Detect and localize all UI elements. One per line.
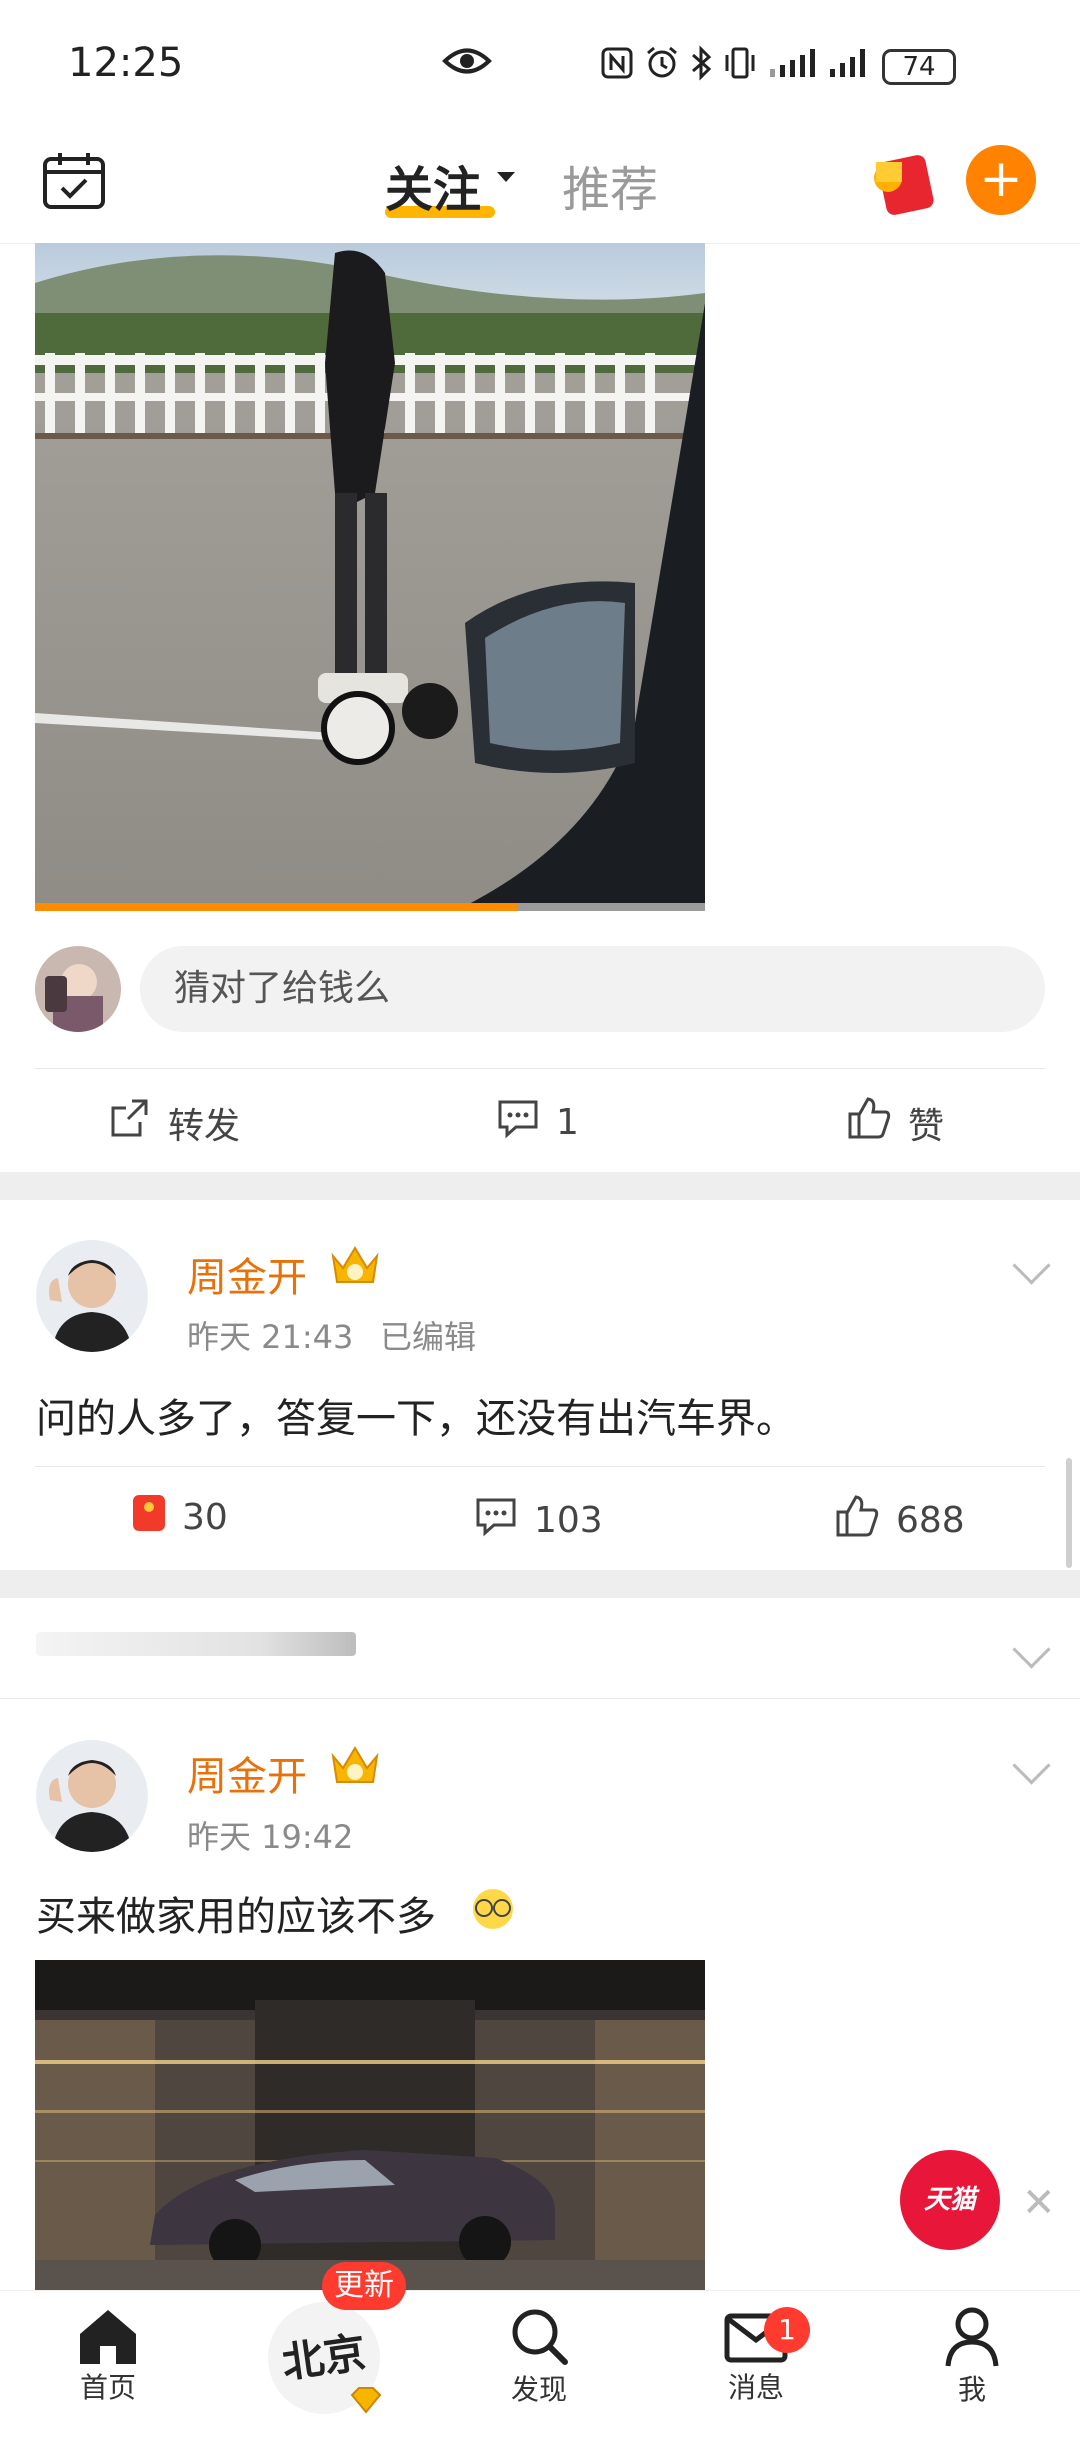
chevron-down-icon[interactable] bbox=[1012, 1630, 1051, 1669]
comment-icon bbox=[474, 1494, 518, 1547]
post-photo-segway[interactable] bbox=[35, 243, 705, 911]
nfc-icon bbox=[600, 46, 634, 89]
post-text: 买来做家用的应该不多 bbox=[36, 1894, 436, 1940]
nav-me-label: 我 bbox=[957, 2373, 986, 2406]
like-count: 688 bbox=[896, 1500, 965, 1541]
thumbs-up-icon bbox=[834, 1494, 880, 1547]
post-time: 昨天 21:43 bbox=[187, 1318, 354, 1356]
chevron-down-icon[interactable] bbox=[1012, 1246, 1051, 1285]
author-name[interactable]: 周金开 bbox=[187, 1245, 307, 1303]
author-name[interactable]: 周金开 bbox=[187, 1744, 307, 1802]
tab-follow[interactable]: 关注 bbox=[385, 150, 481, 220]
signal-icon-1 bbox=[768, 47, 818, 88]
close-icon[interactable]: ✕ bbox=[1022, 2180, 1056, 2226]
share-icon bbox=[108, 1096, 152, 1149]
chevron-down-icon[interactable] bbox=[1012, 1746, 1051, 1785]
red-packet-small-icon bbox=[132, 1494, 166, 1541]
user-icon bbox=[912, 2304, 1032, 2368]
my-avatar[interactable] bbox=[35, 946, 121, 1032]
sunglasses-emoji-icon bbox=[470, 1886, 516, 1936]
tmall-618-float[interactable]: 天猫618 bbox=[900, 2150, 1000, 2315]
crown-badge-icon bbox=[327, 1242, 383, 1294]
bluetooth-icon bbox=[690, 44, 712, 90]
divider bbox=[0, 1698, 1080, 1699]
add-button[interactable]: + bbox=[966, 145, 1036, 215]
red-packet-icon[interactable] bbox=[866, 148, 940, 220]
nav-discover[interactable]: 发现 bbox=[479, 2298, 599, 2437]
diamond-icon bbox=[350, 2386, 382, 2418]
repost-label: 转发 bbox=[168, 1105, 241, 1147]
like-label: 赞 bbox=[908, 1105, 945, 1147]
post-photo-showroom[interactable] bbox=[35, 1960, 705, 2290]
nav-discover-label: 发现 bbox=[510, 2373, 567, 2406]
comment-button[interactable]: 103 bbox=[474, 1494, 603, 1547]
author-avatar[interactable] bbox=[36, 1740, 148, 1852]
status-time: 12:25 bbox=[68, 40, 184, 86]
status-icons: 74 bbox=[600, 44, 956, 90]
crown-badge-icon bbox=[327, 1742, 383, 1794]
edited-label: 已编辑 bbox=[380, 1318, 477, 1356]
comment-count: 1 bbox=[556, 1102, 579, 1143]
thumbs-up-icon bbox=[846, 1096, 892, 1149]
reward-button[interactable]: 30 bbox=[132, 1494, 228, 1541]
tab-recommend[interactable]: 推荐 bbox=[562, 150, 658, 220]
scrollbar[interactable] bbox=[1066, 1458, 1072, 1568]
alarm-icon bbox=[644, 45, 680, 90]
blurred-suggestion-bar bbox=[36, 1632, 356, 1656]
comment-input[interactable]: 猜对了给钱么 bbox=[140, 946, 1045, 1032]
comment-button[interactable]: 1 bbox=[496, 1096, 579, 1149]
divider bbox=[35, 1466, 1045, 1467]
calendar-checkin-icon[interactable] bbox=[42, 150, 106, 214]
post-separator bbox=[0, 1570, 1080, 1598]
caret-down-icon[interactable] bbox=[497, 172, 515, 182]
nav-home[interactable]: 首页 bbox=[48, 2298, 168, 2437]
nav-home-label: 首页 bbox=[79, 2371, 136, 2404]
like-button[interactable]: 688 bbox=[834, 1494, 965, 1547]
like-button[interactable]: 赞 bbox=[846, 1096, 944, 1149]
home-icon bbox=[48, 2306, 168, 2366]
comment-icon bbox=[496, 1096, 540, 1149]
post-text: 问的人多了，答复一下，还没有出汽车界。 bbox=[36, 1396, 796, 1442]
nav-messages-label: 消息 bbox=[727, 2371, 784, 2404]
nav-me[interactable]: 我 bbox=[912, 2298, 1032, 2437]
eye-icon bbox=[442, 44, 492, 82]
comment-count: 103 bbox=[534, 1500, 603, 1541]
video-progress-fill bbox=[35, 903, 518, 911]
message-count-badge: 1 bbox=[764, 2307, 810, 2353]
post-time: 昨天 19:42 bbox=[187, 1818, 354, 1856]
author-avatar[interactable] bbox=[36, 1240, 148, 1352]
post-separator bbox=[0, 1172, 1080, 1200]
update-badge: 更新 bbox=[322, 2262, 406, 2310]
vibrate-icon bbox=[722, 45, 758, 90]
reward-count: 30 bbox=[182, 1497, 228, 1538]
signal-icon-2 bbox=[828, 47, 872, 88]
divider bbox=[35, 1068, 1045, 1069]
repost-button[interactable]: 转发 bbox=[108, 1096, 240, 1149]
battery-indicator: 74 bbox=[882, 49, 956, 85]
search-icon bbox=[479, 2304, 599, 2368]
